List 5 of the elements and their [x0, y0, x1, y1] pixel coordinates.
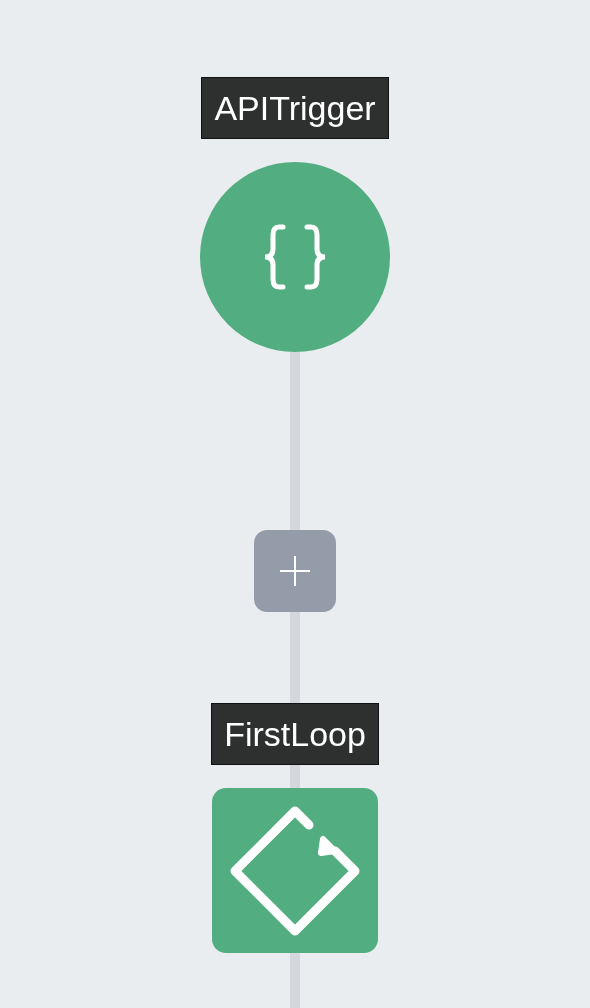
add-step-button[interactable]	[254, 530, 336, 612]
loop-node[interactable]	[212, 788, 378, 953]
node-label: FirstLoop	[211, 703, 379, 765]
plus-icon	[279, 555, 311, 587]
node-label: APITrigger	[201, 77, 389, 139]
